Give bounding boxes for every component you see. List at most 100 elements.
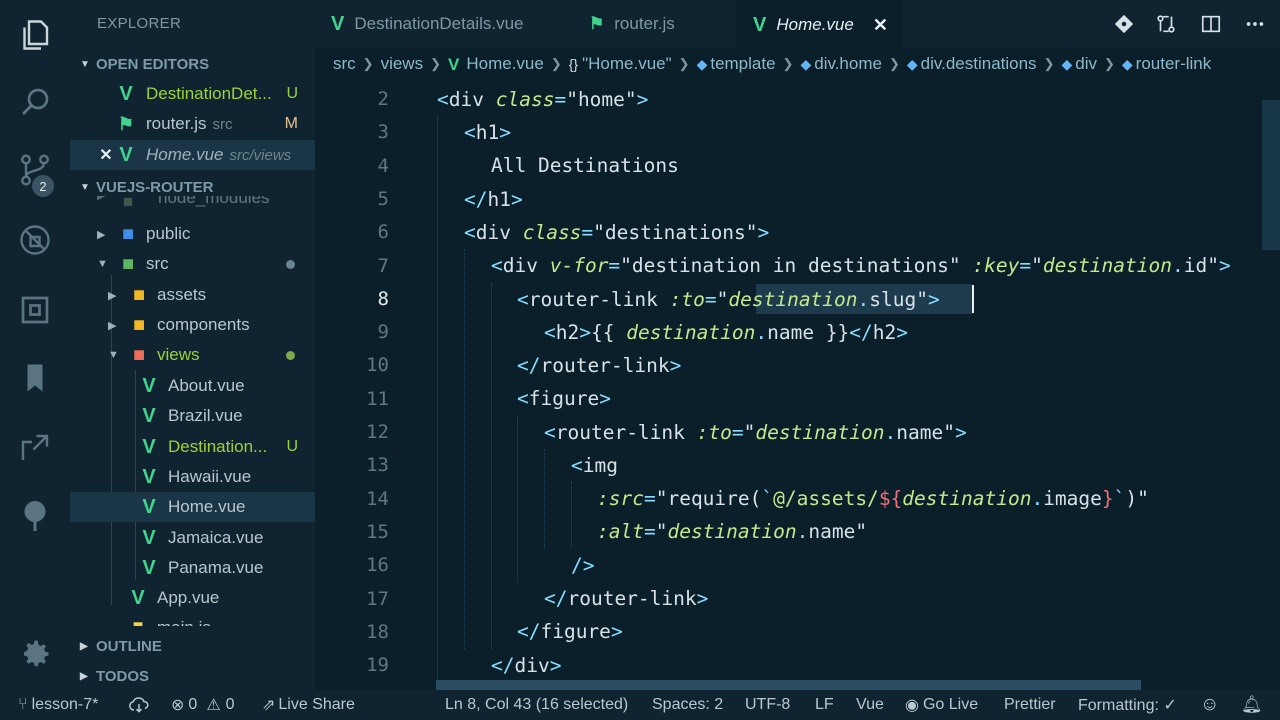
line-number: 10	[366, 354, 389, 377]
tree-item-file[interactable]: V Jamaica.vue	[70, 523, 315, 553]
text-caret	[972, 285, 974, 313]
encoding[interactable]: UTF-8	[745, 690, 790, 720]
prettier-status[interactable]: Prettier	[1004, 690, 1056, 720]
compare-icon[interactable]	[1154, 12, 1178, 36]
chevron-right-icon: ❯	[1103, 56, 1115, 71]
bookmark-icon[interactable]	[15, 358, 55, 398]
folder-icon: ■	[132, 283, 146, 306]
extensions-icon[interactable]	[15, 290, 55, 330]
tree-icon[interactable]	[15, 496, 55, 536]
tab-destination-details[interactable]: V DestinationDetails.vue	[315, 0, 571, 48]
tree-item-folder[interactable]: ▼ ■ src	[70, 249, 315, 279]
code-line: All Destinations	[491, 154, 679, 177]
line-number: 2	[377, 88, 389, 110]
scm-badge: 2	[32, 175, 54, 197]
tree-item-file[interactable]: V Home.vue	[70, 492, 315, 522]
vue-file-icon: V	[142, 436, 156, 458]
tree-item-folder[interactable]: ▶ ■ public	[70, 219, 315, 249]
line-number: 6	[377, 221, 389, 244]
vue-file-icon: V	[131, 587, 145, 609]
breadcrumb-item[interactable]: div.home	[814, 54, 882, 74]
tree-item-file[interactable]: V App.vue	[70, 583, 315, 613]
folder-open-icon: ■	[121, 252, 135, 275]
branch-indicator[interactable]: ⑂ lesson-7*	[18, 690, 98, 720]
breadcrumb-item[interactable]: views	[381, 54, 424, 74]
more-icon[interactable]	[1243, 12, 1267, 36]
open-editors-header[interactable]: ▼ OPEN EDITORS	[80, 52, 209, 76]
branch-icon: ⑂	[18, 696, 28, 713]
breadcrumb-item[interactable]: div	[1075, 54, 1097, 74]
vue-file-icon: V	[753, 14, 767, 36]
vertical-scrollbar[interactable]	[1262, 100, 1280, 250]
breadcrumb-item[interactable]: div.destinations	[921, 54, 1037, 74]
split-editor-icon[interactable]	[1199, 12, 1223, 36]
tab-router[interactable]: ⚑ router.js	[571, 0, 737, 48]
chevron-right-icon: ❯	[550, 56, 562, 71]
tree-item-file[interactable]: V Brazil.vue	[70, 401, 315, 431]
line-number: 7	[377, 254, 389, 277]
breadcrumb-item[interactable]: "Home.vue"	[582, 54, 672, 74]
feedback-icon[interactable]: ☺	[1200, 690, 1219, 720]
code-line: <div class="home">	[437, 88, 649, 111]
tab-home[interactable]: V Home.vue ✕	[737, 0, 903, 48]
chevron-down-icon: ▼	[80, 181, 90, 193]
outline-header[interactable]: ▶ OUTLINE	[80, 634, 315, 658]
vue-file-icon: V	[142, 405, 156, 427]
breadcrumb-item[interactable]: Home.vue	[466, 54, 543, 74]
breadcrumb-item[interactable]: template	[710, 54, 775, 74]
tree-item-folder[interactable]: ▶ ■ assets	[70, 280, 315, 310]
tree-item-file[interactable]: V Destination... U	[70, 432, 315, 462]
tree-item-file[interactable]: V Hawaii.vue	[70, 462, 315, 492]
git-icon[interactable]	[1112, 12, 1136, 36]
open-editor-item[interactable]: ⚑ router.js src M	[70, 109, 315, 139]
close-icon[interactable]: ✕	[873, 15, 888, 36]
live-share-button[interactable]: ⇗ Live Share	[262, 690, 355, 720]
tree-item-file[interactable]: ■ main.js	[70, 614, 315, 627]
vue-file-icon: V	[119, 144, 133, 166]
indent-guide	[464, 249, 465, 649]
router-file-icon: ⚑	[117, 113, 135, 134]
language-mode[interactable]: Vue	[856, 690, 884, 720]
cursor-position[interactable]: Ln 8, Col 43 (16 selected)	[445, 690, 628, 720]
chevron-right-icon: ❯	[1043, 56, 1055, 71]
sync-icon[interactable]	[129, 690, 149, 720]
explorer-icon[interactable]	[15, 15, 55, 55]
debug-icon[interactable]	[15, 220, 55, 260]
breadcrumb-item[interactable]: src	[333, 54, 356, 74]
cube-icon: ◆	[1121, 55, 1133, 72]
chevron-right-icon: ❯	[678, 56, 690, 71]
chevron-down-icon: ▼	[108, 349, 119, 361]
breadcrumb-item[interactable]: router-link	[1136, 54, 1212, 74]
folder-icon: ■	[121, 222, 135, 245]
close-icon[interactable]: ✕	[96, 145, 116, 165]
live-share-icon[interactable]	[15, 428, 55, 468]
formatting-status[interactable]: Formatting: ✓	[1078, 690, 1177, 720]
tree-item-file[interactable]: V Panama.vue	[70, 553, 315, 583]
tree-item-file[interactable]: V About.vue	[70, 371, 315, 401]
explorer-sidebar: EXPLORER ▼ OPEN EDITORS V DestinationDet…	[70, 0, 315, 690]
line-number: 18	[366, 620, 389, 643]
code-editor[interactable]: 2 3 4 5 6 7 8 9 10 11 12 13 14 15 16 17 18 19 <div class=…	[315, 80, 1280, 690]
vue-file-icon: V	[142, 466, 156, 488]
gear-icon[interactable]	[15, 634, 55, 674]
search-icon[interactable]	[15, 82, 55, 122]
indentation[interactable]: Spaces: 2	[652, 690, 723, 720]
open-editor-item[interactable]: V DestinationDet... U	[70, 79, 315, 109]
cube-icon: ◆	[906, 55, 918, 72]
tree-item-folder[interactable]: ▶ ■ components	[70, 310, 315, 340]
bell-icon[interactable]: 🔔︎	[1241, 690, 1263, 720]
tree-item-folder[interactable]: ▼ ■ views	[70, 340, 315, 370]
open-editor-item[interactable]: ✕ V Home.vue src/views	[70, 140, 315, 170]
horizontal-scrollbar[interactable]	[436, 680, 1141, 690]
problems-indicator[interactable]: ⊗ 0 ⚠ 0	[171, 690, 235, 720]
chevron-right-icon: ▶	[80, 640, 88, 652]
vue-file-icon: V	[448, 54, 460, 74]
code-line: <img	[571, 454, 618, 477]
tree-item-folder[interactable]: ▶ ■ node_modules	[70, 196, 315, 212]
line-ending[interactable]: LF	[815, 690, 834, 720]
vue-file-icon: V	[142, 557, 156, 579]
indent-guide	[571, 482, 572, 548]
go-live-button[interactable]: ◉ Go Live	[905, 690, 978, 720]
folder-open-icon: ■	[132, 343, 146, 366]
todos-header[interactable]: ▶ TODOS	[80, 664, 149, 688]
